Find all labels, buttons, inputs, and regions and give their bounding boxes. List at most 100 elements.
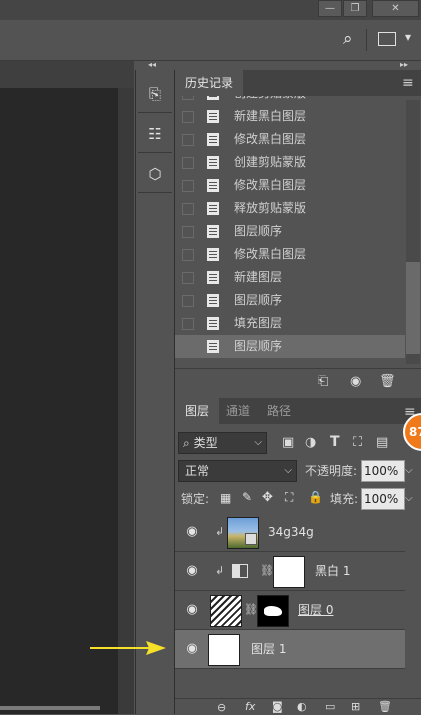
shape-filter-icon[interactable]: ⛶ [353,435,362,450]
collapse-mini-icon[interactable]: ◂◂ [148,60,156,69]
link-icon[interactable]: ⊖ [217,701,226,714]
history-state-label: 新建黑白图层 [234,109,307,123]
properties-icon[interactable]: ☷ [142,122,168,146]
history-state-icon [207,294,219,307]
layer-name[interactable]: 34g34g [268,513,314,551]
layer-row[interactable]: ◉ ↲ 34g34g [175,513,405,552]
collapse-panels-icon[interactable]: ▸▸ [400,60,408,69]
delete-icon[interactable]: 🗑 [378,700,392,713]
history-state-row[interactable]: 修改黑白图层 [175,174,405,197]
layer-name[interactable]: 图层 0 [298,591,333,629]
lock-position-icon[interactable]: ✥ [262,490,273,505]
history-state-label: 创建剪贴蒙版 [234,96,306,105]
camera-icon[interactable]: ◉ [350,374,361,389]
search-icon[interactable]: ⌕ [343,29,353,49]
adjustment-filter-icon[interactable]: ◑ [305,435,316,450]
snapshot-source-checkbox[interactable] [182,226,194,238]
history-state-label: 新建图层 [234,270,283,284]
history-state-icon [207,202,219,215]
chevron-down-icon[interactable]: ⌵ [405,489,413,509]
trash-icon[interactable]: 🗑 [379,374,396,389]
history-state-row[interactable]: 新建图层 [175,266,405,289]
new-document-from-state-icon[interactable]: ⎗ [318,374,328,389]
opacity-input[interactable]: 100% [361,460,405,482]
visibility-eye-icon[interactable]: ◉ [185,564,199,578]
visibility-eye-icon[interactable]: ◉ [185,603,199,617]
layer-name[interactable]: 图层 1 [251,630,286,668]
filter-value: 类型 [193,436,218,450]
mask-link-icon[interactable]: ⛓ [244,603,258,616]
snapshot-source-checkbox[interactable] [182,111,194,123]
type-filter-icon[interactable]: T [330,434,340,450]
fx-icon[interactable]: fx [245,700,255,713]
history-state-row[interactable]: 新建黑白图层 [175,105,405,128]
snapshot-source-checkbox[interactable] [182,203,194,215]
history-state-row[interactable]: 修改黑白图层 [175,128,405,151]
history-state-icon [207,96,219,100]
chevron-down-icon[interactable]: ⌵ [405,461,413,481]
mask-link-icon[interactable]: ⛓ [260,564,274,577]
history-state-row[interactable]: 图层顺序 [175,335,405,358]
history-state-row[interactable]: 创建剪贴蒙版 [175,96,405,105]
snapshot-source-checkbox[interactable] [182,157,194,169]
group-icon[interactable]: ▭ [325,700,335,713]
minimize-button[interactable]: — [318,0,342,17]
history-state-row[interactable]: 图层顺序 [175,289,405,312]
layer-row[interactable]: ◉ ↲ ⛓ 黑白 1 [175,552,405,591]
layer-mask-thumbnail[interactable] [273,556,305,588]
snapshot-source-checkbox[interactable] [182,295,194,307]
visibility-eye-icon[interactable]: ◉ [185,642,199,656]
fill-input[interactable]: 100% [361,488,405,510]
layer-name[interactable]: 黑白 1 [315,552,350,590]
snapshot-source-checkbox[interactable] [182,272,194,284]
snapshot-source-checkbox[interactable] [182,341,194,353]
tab-layers[interactable]: 图层 [175,398,220,424]
clone-source-icon[interactable]: ⎘ [142,82,168,106]
visibility-eye-icon[interactable]: ◉ [185,525,199,539]
history-state-row[interactable]: 图层顺序 [175,220,405,243]
new-layer-icon[interactable]: ⊞ [351,700,360,713]
layer-row[interactable]: ◉ ⛓ 图层 0 [175,591,405,630]
mini-divider [138,152,172,153]
panel-menu-icon[interactable]: ≡ [402,75,414,91]
mask-icon[interactable]: ◙ [272,700,283,713]
chevron-down-icon[interactable]: ▾ [405,30,411,44]
restore-button[interactable]: ❐ [343,0,367,17]
blend-mode-select[interactable]: 正常 ⌵ [178,460,297,482]
options-bar: ⌕ ▾ [0,20,421,61]
history-scrollbar-thumb[interactable] [406,262,420,354]
lock-artboard-icon[interactable]: ⛶ [285,490,293,505]
document-scrollbar[interactable] [118,88,134,714]
fill-label: 填充: [330,492,359,506]
lock-transparency-icon[interactable]: ▦ [220,491,231,505]
layer-filter-select[interactable]: ⌕ 类型 ⌵ [178,432,267,454]
snapshot-source-checkbox[interactable] [182,134,194,146]
workspace-icon[interactable] [378,32,396,46]
tab-channels[interactable]: 通道 [216,398,260,424]
history-state-row[interactable]: 填充图层 [175,312,405,335]
layer-thumbnail[interactable] [210,595,242,627]
document-canvas[interactable] [0,88,118,714]
snapshot-source-checkbox[interactable] [182,96,194,100]
3d-cube-icon[interactable]: ⬡ [142,162,168,186]
pixel-filter-icon[interactable]: ▣ [282,435,294,450]
history-state-row[interactable]: 创建剪贴蒙版 [175,151,405,174]
snapshot-source-checkbox[interactable] [182,318,194,330]
layer-row-selected[interactable]: ◉ 图层 1 [175,630,405,669]
history-state-icon [207,133,219,146]
mini-divider [138,112,172,113]
lock-pixels-brush-icon[interactable]: ✎ [242,490,252,504]
history-state-row[interactable]: 释放剪贴蒙版 [175,197,405,220]
smart-object-filter-icon[interactable]: ▤ [376,435,388,450]
snapshot-source-checkbox[interactable] [182,249,194,261]
layer-thumbnail[interactable] [208,634,240,666]
adjustment-icon[interactable]: ◐ [297,700,307,713]
snapshot-source-checkbox[interactable] [182,180,194,192]
tab-paths[interactable]: 路径 [257,398,301,424]
layer-mask-thumbnail[interactable] [257,595,289,627]
history-footer: ⎗ ◉ 🗑 [175,368,421,396]
close-button[interactable]: ✕ [372,0,419,17]
tab-history[interactable]: 历史记录 [175,70,244,96]
lock-all-icon[interactable]: 🔒 [308,490,323,504]
history-state-row[interactable]: 修改黑白图层 [175,243,405,266]
